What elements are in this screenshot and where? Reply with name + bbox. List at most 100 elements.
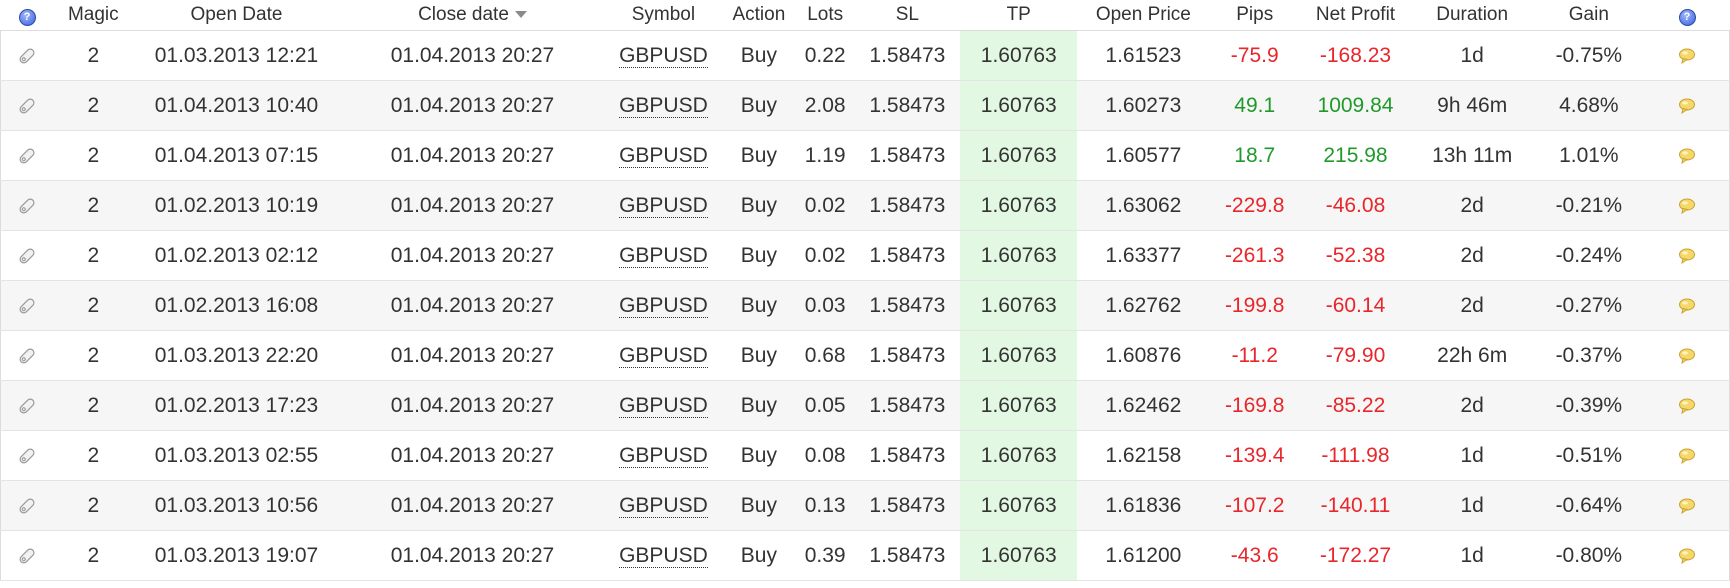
header-net-profit[interactable]: Net Profit (1299, 0, 1412, 31)
tp-cell: 1.60763 (960, 280, 1078, 331)
gain-cell: -0.37% (1533, 330, 1645, 381)
lots-cell: 0.02 (796, 230, 855, 281)
symbol-link[interactable]: GBPUSD (619, 293, 708, 318)
table-row[interactable]: 2 01.03.2013 19:07 01.04.2013 20:27 GBPUSD B… (0, 530, 1730, 581)
open-price-cell: 1.61836 (1077, 480, 1210, 531)
gain-cell: -0.27% (1533, 280, 1645, 331)
open-price-cell: 1.63377 (1077, 230, 1210, 281)
duration-cell: 22h 6m (1411, 330, 1534, 381)
close-date-cell: 01.04.2013 20:27 (339, 380, 606, 431)
table-row[interactable]: 2 01.02.2013 10:19 01.04.2013 20:27 GBPUSD B… (0, 180, 1730, 231)
table-row[interactable]: 2 01.02.2013 17:23 01.04.2013 20:27 GBPUSD B… (0, 380, 1730, 431)
header-symbol[interactable]: Symbol (605, 0, 722, 31)
sl-cell: 1.58473 (854, 230, 961, 281)
net-profit-cell: 215.98 (1299, 130, 1412, 181)
tag-icon (16, 545, 38, 567)
open-price-cell: 1.60273 (1077, 80, 1210, 131)
header-tp[interactable]: TP (960, 0, 1078, 31)
table-row[interactable]: 2 01.04.2013 10:40 01.04.2013 20:27 GBPUSD B… (0, 80, 1730, 131)
comment-icon[interactable] (1677, 296, 1697, 316)
header-close-date[interactable]: Close date (339, 0, 606, 31)
net-profit-cell: -79.90 (1299, 330, 1412, 381)
comment-icon[interactable] (1677, 396, 1697, 416)
symbol-link[interactable]: GBPUSD (619, 393, 708, 418)
header-help-left[interactable]: ? (0, 0, 54, 31)
gain-cell: -0.24% (1533, 230, 1645, 281)
tp-cell: 1.60763 (960, 30, 1078, 81)
open-date-cell: 01.02.2013 16:08 (133, 280, 340, 331)
sl-cell: 1.58473 (854, 130, 961, 181)
comment-icon[interactable] (1677, 146, 1697, 166)
symbol-link[interactable]: GBPUSD (619, 543, 708, 568)
symbol-link[interactable]: GBPUSD (619, 193, 708, 218)
magic-cell: 2 (53, 280, 134, 331)
comment-icon[interactable] (1677, 446, 1697, 466)
header-open-price[interactable]: Open Price (1077, 0, 1210, 31)
close-date-cell: 01.04.2013 20:27 (339, 230, 606, 281)
symbol-link[interactable]: GBPUSD (619, 493, 708, 518)
header-close-date-label[interactable]: Close date (418, 4, 509, 25)
duration-cell: 1d (1411, 30, 1534, 81)
comment-icon[interactable] (1677, 346, 1697, 366)
tag-icon (16, 345, 38, 367)
comment-icon[interactable] (1677, 496, 1697, 516)
symbol-link[interactable]: GBPUSD (619, 43, 708, 68)
table-row[interactable]: 2 01.03.2013 02:55 01.04.2013 20:27 GBPUSD B… (0, 430, 1730, 481)
table-row[interactable]: 2 01.03.2013 22:20 01.04.2013 20:27 GBPUSD B… (0, 330, 1730, 381)
close-date-cell: 01.04.2013 20:27 (339, 180, 606, 231)
header-gain[interactable]: Gain (1533, 0, 1645, 31)
pips-cell: -169.8 (1209, 380, 1300, 431)
sl-cell: 1.58473 (854, 430, 961, 481)
header-help-right[interactable]: ? (1644, 0, 1730, 31)
comment-icon[interactable] (1677, 246, 1697, 266)
table-row[interactable]: 2 01.04.2013 07:15 01.04.2013 20:27 GBPUSD B… (0, 130, 1730, 181)
table-row[interactable]: 2 01.02.2013 16:08 01.04.2013 20:27 GBPUSD B… (0, 280, 1730, 331)
magic-cell: 2 (53, 530, 134, 581)
tp-cell: 1.60763 (960, 330, 1078, 381)
lots-cell: 0.22 (796, 30, 855, 81)
action-cell: Buy (721, 80, 796, 131)
net-profit-cell: -111.98 (1299, 430, 1412, 481)
symbol-cell: GBPUSD (605, 480, 722, 531)
net-profit-cell: -52.38 (1299, 230, 1412, 281)
help-icon[interactable]: ? (18, 8, 36, 26)
tag-icon (16, 295, 38, 317)
comment-icon[interactable] (1677, 96, 1697, 116)
header-action[interactable]: Action (721, 0, 796, 31)
symbol-link[interactable]: GBPUSD (619, 93, 708, 118)
row-tag-cell (0, 380, 54, 431)
header-sl[interactable]: SL (854, 0, 961, 31)
net-profit-cell: -172.27 (1299, 530, 1412, 581)
help-icon[interactable]: ? (1678, 8, 1696, 26)
sort-descending-icon[interactable] (514, 11, 527, 19)
duration-cell: 1d (1411, 530, 1534, 581)
lots-cell: 0.68 (796, 330, 855, 381)
symbol-link[interactable]: GBPUSD (619, 343, 708, 368)
lots-cell: 0.02 (796, 180, 855, 231)
comment-icon[interactable] (1677, 46, 1697, 66)
header-magic[interactable]: Magic (53, 0, 134, 31)
open-price-cell: 1.62462 (1077, 380, 1210, 431)
open-date-cell: 01.02.2013 02:12 (133, 230, 340, 281)
header-open-date[interactable]: Open Date (133, 0, 340, 31)
magic-cell: 2 (53, 80, 134, 131)
symbol-link[interactable]: GBPUSD (619, 443, 708, 468)
table-row[interactable]: 2 01.03.2013 10:56 01.04.2013 20:27 GBPUSD B… (0, 480, 1730, 531)
header-pips[interactable]: Pips (1209, 0, 1300, 31)
magic-cell: 2 (53, 130, 134, 181)
close-date-cell: 01.04.2013 20:27 (339, 80, 606, 131)
open-date-cell: 01.03.2013 22:20 (133, 330, 340, 381)
lots-cell: 0.03 (796, 280, 855, 331)
table-row[interactable]: 2 01.02.2013 02:12 01.04.2013 20:27 GBPUSD B… (0, 230, 1730, 281)
symbol-link[interactable]: GBPUSD (619, 243, 708, 268)
comment-icon[interactable] (1677, 546, 1697, 566)
row-comment-cell (1644, 480, 1730, 531)
comment-icon[interactable] (1677, 196, 1697, 216)
action-cell: Buy (721, 430, 796, 481)
symbol-link[interactable]: GBPUSD (619, 143, 708, 168)
action-cell: Buy (721, 280, 796, 331)
close-date-cell: 01.04.2013 20:27 (339, 280, 606, 331)
header-lots[interactable]: Lots (796, 0, 855, 31)
header-duration[interactable]: Duration (1411, 0, 1534, 31)
table-row[interactable]: 2 01.03.2013 12:21 01.04.2013 20:27 GBPUSD B… (0, 30, 1730, 81)
